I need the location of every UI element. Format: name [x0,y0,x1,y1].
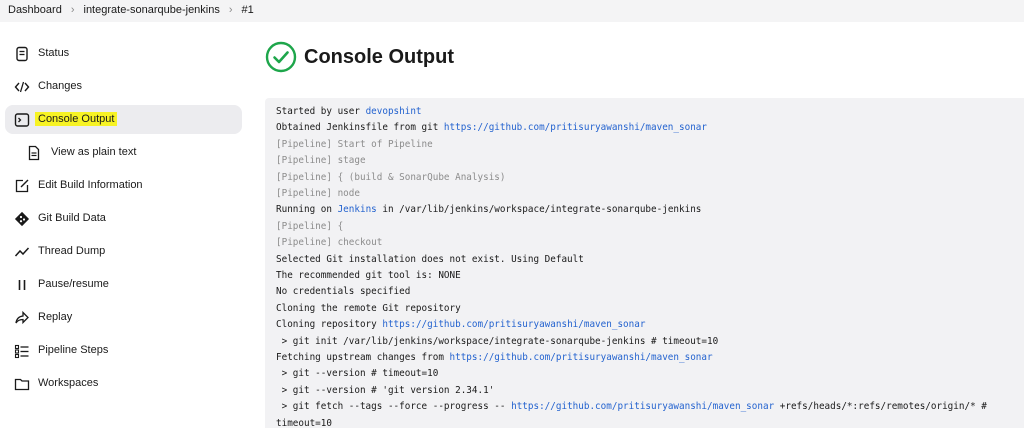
sidebar-item-label: Status [38,47,70,59]
console-line: > git fetch --tags --force --progress --… [276,401,987,412]
console-line: Cloning repository https://github.com/pr… [276,319,645,330]
sidebar-item-changes[interactable]: Changes [5,72,242,101]
sidebar-item-label: Pause/resume [38,278,109,290]
sidebar-item-git-build-data[interactable]: Git Build Data [5,204,242,233]
console-line: [Pipeline] Start of Pipeline [276,139,433,150]
list-icon [14,344,29,359]
file-icon [28,145,40,161]
console-text: in /var/lib/jenkins/workspace/integrate-… [376,204,702,216]
console-line: > git --version # timeout=10 [276,368,439,380]
activity-icon [14,247,30,257]
console-text: No credentials specified [276,286,411,298]
folder-icon [14,378,30,391]
console-line: [Pipeline] { (build & SonarQube Analysis… [276,172,506,183]
sidebar-item-label: Edit Build Information [38,179,143,191]
console-text: +refs/heads/*:refs/remotes/origin/* # [774,401,987,413]
top-bar: Dashboard › integrate-sonarqube-jenkins … [0,0,1024,22]
breadcrumb-build[interactable]: #1 [242,4,254,16]
git-icon [14,211,30,227]
console-line: Cloning the remote Git repository [276,303,461,314]
console-line: The recommended git tool is: NONE [276,270,461,281]
console-line: [Pipeline] node [276,188,360,199]
highlighted-label: Console Output [35,112,118,126]
chevron-right-icon: › [228,3,233,16]
sidebar-item-console-output[interactable]: Console Output [5,105,242,134]
console-link[interactable]: https://github.com/pritisuryawanshi/mave… [444,122,707,133]
chevron-right-icon: › [70,3,75,16]
sidebar-item-label: Thread Dump [38,245,106,257]
console-line: Selected Git installation does not exist… [276,254,584,265]
console-line: > git init /var/lib/jenkins/workspace/in… [276,335,719,347]
console-text: Started by user [276,106,366,117]
console-link[interactable]: https://github.com/pritisuryawanshi/mave… [382,319,645,330]
sidebar-item-label: Pipeline Steps [38,344,109,356]
document-icon [16,46,28,62]
console-text: Cloning repository [276,319,383,331]
sidebar-item-thread-dump[interactable]: Thread Dump [5,237,242,266]
page-heading: Console Output [265,41,454,73]
console-text: The recommended git tool is: NONE [276,270,461,281]
sidebar-item-label: Git Build Data [38,212,106,224]
terminal-icon [14,113,30,127]
breadcrumb-dashboard[interactable]: Dashboard [8,4,62,16]
console-text: [Pipeline] { [276,220,344,232]
console-line: Obtained Jenkinsfile from git https://gi… [276,122,707,133]
console-text: Obtained Jenkinsfile from git [276,122,444,134]
console-line: Fetching upstream changes from https://g… [276,352,713,363]
console-line: Running on Jenkins in /var/lib/jenkins/w… [276,204,701,215]
console-line: [Pipeline] checkout [276,237,382,248]
sidebar-item-replay[interactable]: Replay [5,303,242,332]
console-line: > git --version # 'git version 2.34.1' [276,384,495,396]
console-text: > git --version # 'git version 2.34.1' [276,384,495,396]
sidebar-item-edit-build-information[interactable]: Edit Build Information [5,171,242,200]
console-link[interactable]: devopshint [366,106,422,117]
sidebar-item-pause-resume[interactable]: Pause/resume [5,270,242,299]
replay-icon [15,310,29,325]
console-line: Started by user devopshint [276,106,422,117]
sidebar-item-workspaces[interactable]: Workspaces [5,369,242,398]
sidebar-item-label: Changes [38,80,83,92]
console-text: Selected Git installation does not exist… [276,253,584,265]
code-icon [14,81,30,93]
sidebar-item-label: View as plain text [51,146,137,158]
sidebar: Status Changes Console Output View as pl… [0,22,250,423]
page-title: Console Output [304,45,454,68]
console-link[interactable]: Jenkins [338,204,377,215]
breadcrumb: Dashboard › integrate-sonarqube-jenkins … [8,4,254,16]
edit-icon [15,179,29,193]
sidebar-item-pipeline-steps[interactable]: Pipeline Steps [5,336,242,365]
breadcrumb-job[interactable]: integrate-sonarqube-jenkins [84,4,220,16]
console-text: Cloning the remote Git repository [276,302,461,314]
console-text: > git init /var/lib/jenkins/workspace/in… [276,335,719,347]
console-text: [Pipeline] checkout [276,237,383,249]
console-line: No credentials specified [276,286,410,297]
sidebar-item-label: Console Output [35,112,118,126]
console-line: [Pipeline] stage [276,155,366,166]
console-text: [Pipeline] Start of Pipeline [276,138,433,150]
console-text: > git --version # timeout=10 [276,368,439,380]
sidebar-item-label: Workspaces [38,377,99,389]
console-text: > git fetch --tags --force --progress -- [276,401,512,413]
console-link[interactable]: https://github.com/pritisuryawanshi/mave… [511,401,774,412]
pause-icon [18,280,26,290]
console-link[interactable]: https://github.com/pritisuryawanshi/mave… [450,352,713,363]
console-text: Fetching upstream changes from [276,352,450,363]
sidebar-item-status[interactable]: Status [5,39,242,68]
sidebar-item-label: Replay [38,311,73,323]
console-text: [Pipeline] { (build & SonarQube Analysis… [276,171,506,183]
sidebar-item-view-plain-text[interactable]: View as plain text [5,138,242,167]
console-text: Running on [276,204,338,216]
console-output: Started by user devopshint Obtained Jenki… [265,98,1024,428]
console-text: [Pipeline] stage [276,155,366,167]
console-line: [Pipeline] { [276,221,343,232]
console-text: [Pipeline] node [276,188,360,199]
success-check-icon [265,41,297,73]
